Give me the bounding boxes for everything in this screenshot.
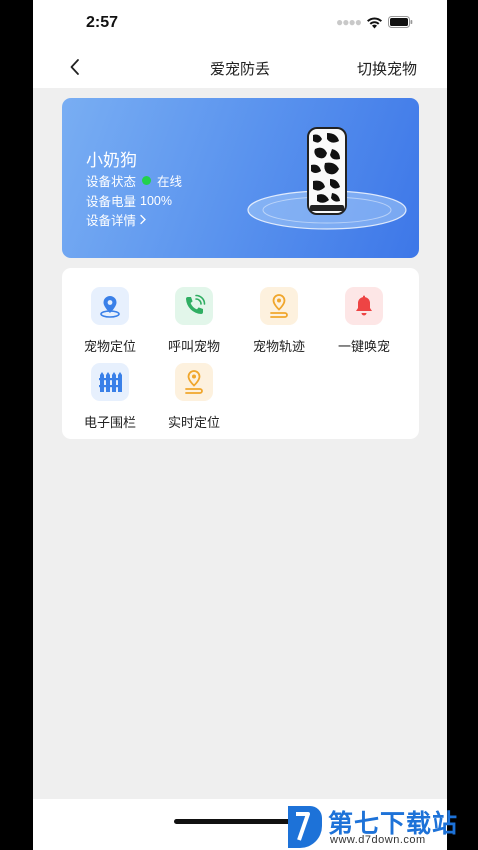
status-time: 2:57: [86, 14, 119, 31]
track-pin-icon: [270, 294, 288, 318]
watermark-url: www.d7down.com: [330, 834, 426, 846]
device-status-row: 设备状态 在线: [86, 171, 182, 190]
battery-icon: [388, 16, 413, 28]
pet-device-card: 小奶狗 设备状态 在线 设备电量 100% 设备详情: [62, 98, 419, 258]
pet-tracker-device-image: [307, 127, 347, 215]
watermark: 第七下载站 www.d7down.com: [282, 800, 478, 850]
pet-name: 小奶狗: [86, 151, 137, 170]
feature-icon-box: [175, 287, 213, 325]
feature-label: 电子围栏: [83, 415, 136, 430]
feature-realtime-location[interactable]: 实时定位: [154, 344, 234, 430]
location-pin-icon: [100, 296, 120, 318]
switch-pet-button[interactable]: 切换宠物: [357, 58, 417, 79]
feature-label: 一键唤宠: [337, 339, 390, 354]
phone-icon: [186, 294, 206, 314]
device-status-label: 设备状态: [86, 175, 137, 189]
feature-icon-box: [91, 287, 129, 325]
realtime-pin-icon: [185, 370, 203, 394]
app-screen: 2:57 ●●●● 爱宠防丢 切换宠物 小奶狗 设备状态 在线 设备电量 100…: [33, 0, 447, 850]
nav-bar: 爱宠防丢 切换宠物: [33, 46, 447, 88]
fence-icon: [99, 372, 122, 392]
feature-panel: 宠物定位 呼叫宠物 宠物轨迹 一键唤宠 电子围栏 实时定位: [62, 268, 419, 439]
feature-icon-box: [175, 363, 213, 401]
feature-summon-pet[interactable]: 一键唤宠: [324, 268, 404, 354]
status-bar: 2:57 ●●●●: [33, 0, 447, 46]
online-status-dot: [142, 176, 152, 185]
battery-value: 100%: [140, 193, 172, 208]
feature-icon-box: [345, 287, 383, 325]
wifi-icon: [367, 16, 382, 28]
feature-geo-fence[interactable]: 电子围栏: [70, 344, 150, 430]
chevron-right-icon: [140, 214, 146, 225]
feature-pet-location[interactable]: 宠物定位: [70, 268, 150, 354]
feature-icon-box: [91, 363, 129, 401]
feature-label: 宠物轨迹: [252, 339, 305, 354]
status-icons: ●●●●: [336, 15, 413, 29]
bell-icon: [356, 295, 372, 316]
watermark-logo-icon: [288, 806, 322, 848]
feature-label: 实时定位: [167, 415, 220, 430]
device-detail-label: 设备详情: [86, 214, 137, 228]
device-status-value: 在线: [157, 175, 183, 189]
feature-icon-box: [260, 287, 298, 325]
cellular-signal-icon: ●●●●: [336, 15, 362, 29]
feature-pet-track[interactable]: 宠物轨迹: [239, 268, 319, 354]
device-detail-link[interactable]: 设备详情: [86, 210, 147, 229]
battery-label: 设备电量: [86, 195, 137, 209]
feature-call-pet[interactable]: 呼叫宠物: [154, 268, 234, 354]
battery-row: 设备电量 100%: [86, 191, 172, 210]
